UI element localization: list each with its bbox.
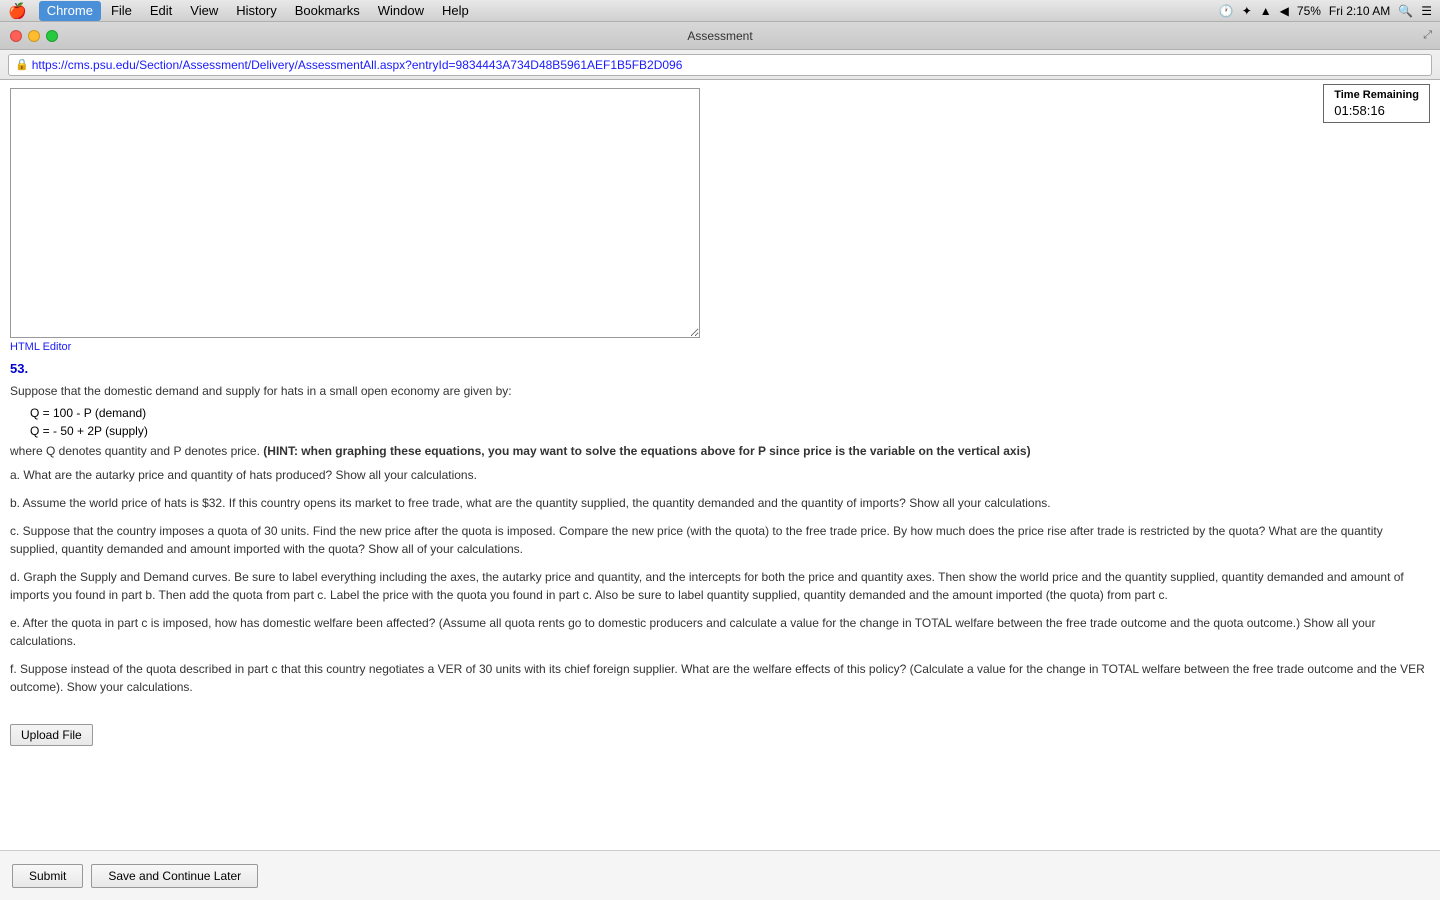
tab-title: Assessment <box>687 29 752 43</box>
addressbar: 🔒 https://cms.psu.edu/Section/Assessment… <box>0 50 1440 80</box>
menu-history[interactable]: History <box>228 1 284 21</box>
upload-file-button[interactable]: Upload File <box>10 724 93 746</box>
close-button[interactable] <box>10 30 22 42</box>
part-f-bold: Show your calculations. <box>67 680 193 694</box>
spotlight-icon[interactable]: 🔍 <box>1398 4 1413 18</box>
datetime: Fri 2:10 AM <box>1329 4 1390 18</box>
wifi-icon: ▲ <box>1260 4 1272 18</box>
answer-textarea[interactable] <box>10 88 700 338</box>
part-e-prefix: e. After the quota in part c is imposed,… <box>10 616 1303 630</box>
part-f: f. Suppose instead of the quota describe… <box>10 660 1430 696</box>
part-a: a. What are the autarky price and quanti… <box>10 466 1430 484</box>
url-text: https://cms.psu.edu/Section/Assessment/D… <box>32 58 683 72</box>
timer-label: Time Remaining <box>1334 89 1419 101</box>
minimize-button[interactable] <box>28 30 40 42</box>
maximize-button[interactable] <box>46 30 58 42</box>
hint-prefix: where Q denotes quantity and P denotes p… <box>10 444 263 458</box>
menu-edit[interactable]: Edit <box>142 1 180 21</box>
part-c: c. Suppose that the country imposes a qu… <box>10 522 1430 558</box>
titlebar: Assessment ⤢ <box>0 22 1440 50</box>
save-continue-button[interactable]: Save and Continue Later <box>91 864 258 888</box>
window-controls <box>10 30 58 42</box>
bluetooth-icon: ✦ <box>1242 4 1252 18</box>
hint-bold: (HINT: when graphing these equations, yo… <box>263 444 1030 458</box>
menu-help[interactable]: Help <box>434 1 477 21</box>
menubar: 🍎 Chrome File Edit View History Bookmark… <box>0 0 1440 22</box>
upload-area: Upload File <box>0 716 1440 754</box>
url-bar[interactable]: 🔒 https://cms.psu.edu/Section/Assessment… <box>8 54 1432 76</box>
menu-file[interactable]: File <box>103 1 140 21</box>
battery-level: 75% <box>1297 4 1321 18</box>
part-e: e. After the quota in part c is imposed,… <box>10 614 1430 650</box>
menu-chrome[interactable]: Chrome <box>39 1 101 21</box>
part-c-bold: Show all of your calculations. <box>368 542 523 556</box>
question-intro: Suppose that the domestic demand and sup… <box>10 382 1430 400</box>
menu-window[interactable]: Window <box>370 1 432 21</box>
question-section: 53. Suppose that the domestic demand and… <box>0 355 1440 716</box>
timer-value: 01:58:16 <box>1334 103 1419 118</box>
lock-icon: 🔒 <box>15 58 29 71</box>
equation-supply: Q = - 50 + 2P (supply) <box>30 424 1430 438</box>
part-a-bold: Show all your calculations. <box>336 468 477 482</box>
part-b-prefix: b. Assume the world price of hats is $32… <box>10 496 909 510</box>
question-number: 53. <box>10 361 1430 376</box>
timer-box: Time Remaining 01:58:16 <box>1323 84 1430 123</box>
clock-icon: 🕐 <box>1219 4 1234 18</box>
menu-items: Chrome File Edit View History Bookmarks … <box>39 1 477 21</box>
part-f-prefix: f. Suppose instead of the quota describe… <box>10 662 1425 694</box>
html-editor-link[interactable]: HTML Editor <box>10 341 71 353</box>
submit-button[interactable]: Submit <box>12 864 83 888</box>
menu-bookmarks[interactable]: Bookmarks <box>287 1 368 21</box>
equation-demand: Q = 100 - P (demand) <box>30 406 1430 420</box>
part-c-prefix: c. Suppose that the country imposes a qu… <box>10 524 1383 556</box>
bottom-bar: Submit Save and Continue Later <box>0 850 1440 900</box>
menu-view[interactable]: View <box>182 1 226 21</box>
apple-menu[interactable]: 🍎 <box>8 2 27 20</box>
resize-icon[interactable]: ⤢ <box>1423 29 1432 42</box>
list-icon[interactable]: ☰ <box>1421 4 1432 18</box>
part-b: b. Assume the world price of hats is $32… <box>10 494 1430 512</box>
volume-icon: ◀ <box>1280 4 1289 18</box>
menubar-right: 🕐 ✦ ▲ ◀ 75% Fri 2:10 AM 🔍 ☰ <box>1219 4 1432 18</box>
part-d: d. Graph the Supply and Demand curves. B… <box>10 568 1430 604</box>
editor-area: HTML Editor <box>10 88 1430 353</box>
part-b-bold: Show all your calculations. <box>909 496 1050 510</box>
question-hint: where Q denotes quantity and P denotes p… <box>10 442 1430 460</box>
browser-content: Time Remaining 01:58:16 HTML Editor 53. … <box>0 80 1440 900</box>
part-a-text: a. What are the autarky price and quanti… <box>10 468 336 482</box>
